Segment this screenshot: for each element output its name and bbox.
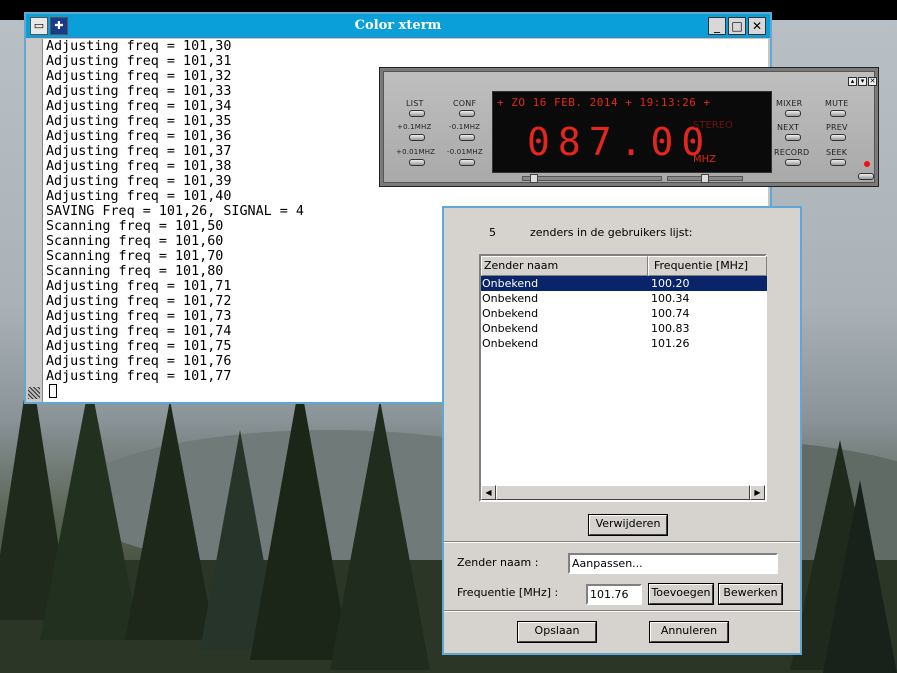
minus-0-01-label: -0.01MHZ bbox=[447, 148, 483, 156]
panel-shade-icon[interactable]: ▾ bbox=[858, 77, 867, 86]
divider bbox=[444, 610, 800, 612]
frequency-field[interactable]: 101.76 bbox=[586, 584, 642, 605]
add-button[interactable]: Toevoegen bbox=[649, 584, 713, 604]
station-frequency-cell: 100.83 bbox=[651, 322, 690, 335]
seek-label: SEEK bbox=[826, 148, 848, 157]
cancel-button[interactable]: Annuleren bbox=[650, 622, 728, 642]
delete-button[interactable]: Verwijderen bbox=[589, 515, 667, 535]
mute-button[interactable] bbox=[830, 110, 846, 117]
station-frequency-cell: 100.74 bbox=[651, 307, 690, 320]
radio-tuner-panel: ▴ ▾ ✕ LIST CONF +0.1MHZ -0.1MHZ +0.01MHZ… bbox=[379, 67, 879, 187]
mute-label: MUTE bbox=[825, 99, 849, 108]
station-name-label: Zender naam : bbox=[457, 556, 539, 569]
station-list[interactable]: Zender naam Frequentie [MHz] Onbekend 100… bbox=[479, 254, 767, 502]
station-count-label: zenders in de gebruikers lijst: bbox=[530, 226, 693, 239]
plus-0-01-label: +0.01MHZ bbox=[396, 148, 436, 156]
scroll-right-icon[interactable]: ▶ bbox=[750, 485, 765, 500]
display-frequency: 087.00 bbox=[527, 120, 713, 164]
record-led-icon bbox=[864, 161, 870, 167]
record-button[interactable] bbox=[785, 159, 801, 166]
station-name-cell: Onbekend bbox=[482, 337, 539, 350]
prev-label: PREV bbox=[826, 123, 848, 132]
record-label: RECORD bbox=[774, 148, 810, 157]
frequency-label: Frequentie [MHz] : bbox=[457, 586, 559, 599]
station-row[interactable]: Onbekend 101.26 bbox=[481, 336, 767, 351]
scrollbar-thumb[interactable] bbox=[496, 485, 750, 500]
seek-button[interactable] bbox=[830, 159, 846, 166]
balance-slider[interactable] bbox=[667, 174, 743, 183]
scroll-left-icon[interactable]: ◀ bbox=[481, 485, 496, 500]
station-list-dialog: 5 zenders in de gebruikers lijst: Zender… bbox=[442, 206, 802, 655]
save-button[interactable]: Opslaan bbox=[518, 622, 596, 642]
display-datetime: + ZO 16 FEB. 2014 + 19:13:26 + bbox=[497, 96, 711, 109]
text-cursor bbox=[49, 384, 57, 398]
xterm-title: Color xterm bbox=[354, 18, 442, 33]
column-header-name[interactable]: Zender naam bbox=[481, 256, 648, 276]
terminal-line: Adjusting freq = 101,30 bbox=[46, 39, 232, 54]
station-row[interactable]: Onbekend 100.20 bbox=[481, 276, 767, 291]
prev-button[interactable] bbox=[830, 134, 846, 141]
close-button[interactable]: ✕ bbox=[748, 17, 766, 35]
plus-0-01-button[interactable] bbox=[409, 159, 425, 166]
panel-minimize-icon[interactable]: ▴ bbox=[848, 77, 857, 86]
station-name-cell: Onbekend bbox=[482, 292, 539, 305]
station-name-cell: Onbekend bbox=[482, 322, 539, 335]
horizontal-scrollbar[interactable]: ◀ ▶ bbox=[481, 485, 765, 500]
xterm-titlebar[interactable]: ▭ ✚ Color xterm _ □ ✕ bbox=[26, 14, 770, 38]
signal-mark: " bbox=[691, 140, 696, 151]
minus-0-1-label: -0.1MHZ bbox=[449, 123, 481, 131]
station-name-cell: Onbekend bbox=[482, 307, 539, 320]
station-row[interactable]: Onbekend 100.34 bbox=[481, 291, 767, 306]
station-name-field[interactable]: Aanpassen... bbox=[568, 553, 778, 574]
station-frequency-cell: 100.34 bbox=[651, 292, 690, 305]
station-count: 5 bbox=[489, 226, 496, 239]
list-label: LIST bbox=[406, 99, 424, 108]
plus-0-1-label: +0.1MHZ bbox=[397, 123, 432, 131]
frequency-display: + ZO 16 FEB. 2014 + 19:13:26 + 087.00 ST… bbox=[492, 91, 772, 173]
edit-button[interactable]: Bewerken bbox=[719, 584, 782, 604]
minimize-button[interactable]: _ bbox=[708, 17, 726, 35]
minus-0-01-button[interactable] bbox=[459, 159, 475, 166]
stereo-indicator: STEREO bbox=[693, 120, 733, 131]
volume-slider[interactable] bbox=[522, 174, 662, 183]
panel-close-icon[interactable]: ✕ bbox=[868, 77, 877, 86]
station-frequency-cell: 100.20 bbox=[651, 277, 690, 290]
balance-slider-knob[interactable] bbox=[701, 174, 709, 183]
column-header-frequency[interactable]: Frequentie [MHz] bbox=[648, 256, 767, 276]
maximize-button[interactable]: □ bbox=[728, 17, 746, 35]
display-unit: MHZ bbox=[693, 154, 716, 165]
scrollbar-thumb[interactable] bbox=[28, 387, 40, 399]
terminal-line: Adjusting freq = 101,40 bbox=[46, 189, 232, 204]
next-button[interactable] bbox=[785, 134, 801, 141]
divider bbox=[444, 541, 800, 543]
mixer-label: MIXER bbox=[776, 99, 803, 108]
volume-slider-knob[interactable] bbox=[530, 174, 538, 183]
conf-button[interactable] bbox=[459, 110, 475, 117]
station-row[interactable]: Onbekend 100.74 bbox=[481, 306, 767, 321]
station-name-cell: Onbekend bbox=[482, 277, 539, 290]
minus-0-1-button[interactable] bbox=[459, 134, 475, 141]
station-frequency-cell: 101.26 bbox=[651, 337, 690, 350]
station-row[interactable]: Onbekend 100.83 bbox=[481, 321, 767, 336]
conf-label: CONF bbox=[453, 99, 477, 108]
mixer-button[interactable] bbox=[785, 110, 801, 117]
power-button[interactable] bbox=[858, 173, 874, 180]
list-button[interactable] bbox=[409, 110, 425, 117]
xterm-scrollbar[interactable] bbox=[26, 39, 42, 402]
next-label: NEXT bbox=[777, 123, 800, 132]
plus-0-1-button[interactable] bbox=[409, 134, 425, 141]
